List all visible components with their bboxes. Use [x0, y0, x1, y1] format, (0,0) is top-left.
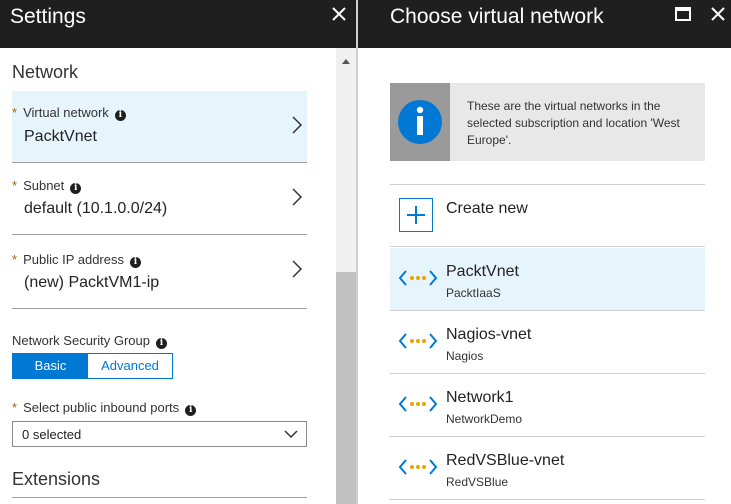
- virtual-network-label: * Virtual network i: [12, 105, 126, 121]
- nsg-label: Network Security Group i: [12, 333, 167, 349]
- scrollbar[interactable]: [336, 48, 356, 504]
- choose-vnet-blade: Choose virtual network These are the vir…: [358, 0, 731, 504]
- settings-title: Settings: [10, 5, 86, 28]
- extensions-divider: [12, 497, 307, 498]
- extensions-section-title: Extensions: [12, 469, 101, 489]
- info-icon[interactable]: i: [114, 110, 126, 121]
- chevron-right-icon: [292, 260, 303, 278]
- info-circle-icon: [398, 100, 442, 144]
- vnet-list-item[interactable]: Network1 NetworkDemo: [390, 374, 705, 437]
- inbound-ports-dropdown[interactable]: 0 selected: [12, 421, 307, 447]
- info-icon[interactable]: i: [70, 183, 82, 194]
- plus-icon: [399, 198, 433, 232]
- chevron-down-icon: [284, 430, 298, 439]
- vnet-resource-group: NetworkDemo: [446, 412, 523, 426]
- virtual-network-icon: [398, 396, 438, 412]
- network-section-title: Network: [12, 62, 79, 82]
- create-new-label: Create new: [446, 200, 528, 217]
- vnet-name: PacktVnet: [446, 263, 519, 280]
- maximize-icon[interactable]: [673, 4, 693, 24]
- vnet-name: Network1: [446, 389, 514, 406]
- vnet-list-item[interactable]: RedVSBlue-vnet RedVSBlue: [390, 437, 705, 500]
- nsg-advanced-option[interactable]: Advanced: [88, 354, 172, 378]
- info-icon[interactable]: i: [130, 257, 141, 268]
- info-icon[interactable]: i: [185, 405, 197, 416]
- create-new-button[interactable]: Create new: [390, 185, 705, 247]
- info-banner: These are the virtual networks in the se…: [390, 83, 705, 161]
- close-icon[interactable]: [329, 4, 349, 24]
- choose-vnet-header: Choose virtual network: [358, 0, 731, 48]
- vnet-resource-group: RedVSBlue: [446, 475, 509, 489]
- vnet-name: Nagios-vnet: [446, 326, 532, 343]
- scroll-up-arrow-icon[interactable]: [336, 54, 356, 68]
- settings-header: Settings: [0, 0, 356, 48]
- public-ip-field[interactable]: * Public IP address i (new) PacktVM1-ip: [12, 235, 307, 309]
- public-ip-label: * Public IP address i: [12, 252, 141, 268]
- vnet-name: RedVSBlue-vnet: [446, 452, 565, 469]
- info-banner-icon-area: [390, 83, 450, 161]
- chevron-right-icon: [292, 116, 303, 134]
- virtual-network-field[interactable]: * Virtual network i PacktVnet: [12, 91, 307, 163]
- settings-body: Network * Virtual network i PacktVnet * Sub…: [0, 48, 336, 504]
- inbound-ports-value: 0 selected: [22, 427, 82, 442]
- info-icon[interactable]: i: [156, 338, 167, 349]
- vnet-resource-group: PacktIaaS: [446, 286, 501, 300]
- chevron-right-icon: [292, 188, 303, 206]
- vnet-list-item[interactable]: PacktVnet PacktIaaS: [390, 248, 705, 311]
- virtual-network-icon: [398, 270, 438, 286]
- nsg-basic-option[interactable]: Basic: [13, 354, 88, 378]
- vnet-list-item[interactable]: Nagios-vnet Nagios: [390, 311, 705, 374]
- virtual-network-icon: [398, 459, 438, 475]
- virtual-network-icon: [398, 333, 438, 349]
- close-icon[interactable]: [708, 4, 728, 24]
- choose-vnet-title: Choose virtual network: [390, 5, 604, 28]
- inbound-ports-label: * Select public inbound ports i: [12, 400, 197, 416]
- settings-blade: Settings Network * Virtual network i Packt…: [0, 0, 358, 504]
- subnet-value: default (10.1.0.0/24): [24, 200, 168, 217]
- virtual-network-value: PacktVnet: [24, 128, 97, 145]
- public-ip-value: (new) PacktVM1-ip: [24, 274, 160, 291]
- subnet-field[interactable]: * Subnet i default (10.1.0.0/24): [12, 163, 307, 235]
- subnet-label: * Subnet i: [12, 178, 82, 194]
- nsg-toggle: Basic Advanced: [12, 353, 173, 379]
- scrollbar-thumb[interactable]: [336, 272, 356, 504]
- vnet-resource-group: Nagios: [446, 349, 484, 363]
- info-banner-text: These are the virtual networks in the se…: [467, 99, 680, 147]
